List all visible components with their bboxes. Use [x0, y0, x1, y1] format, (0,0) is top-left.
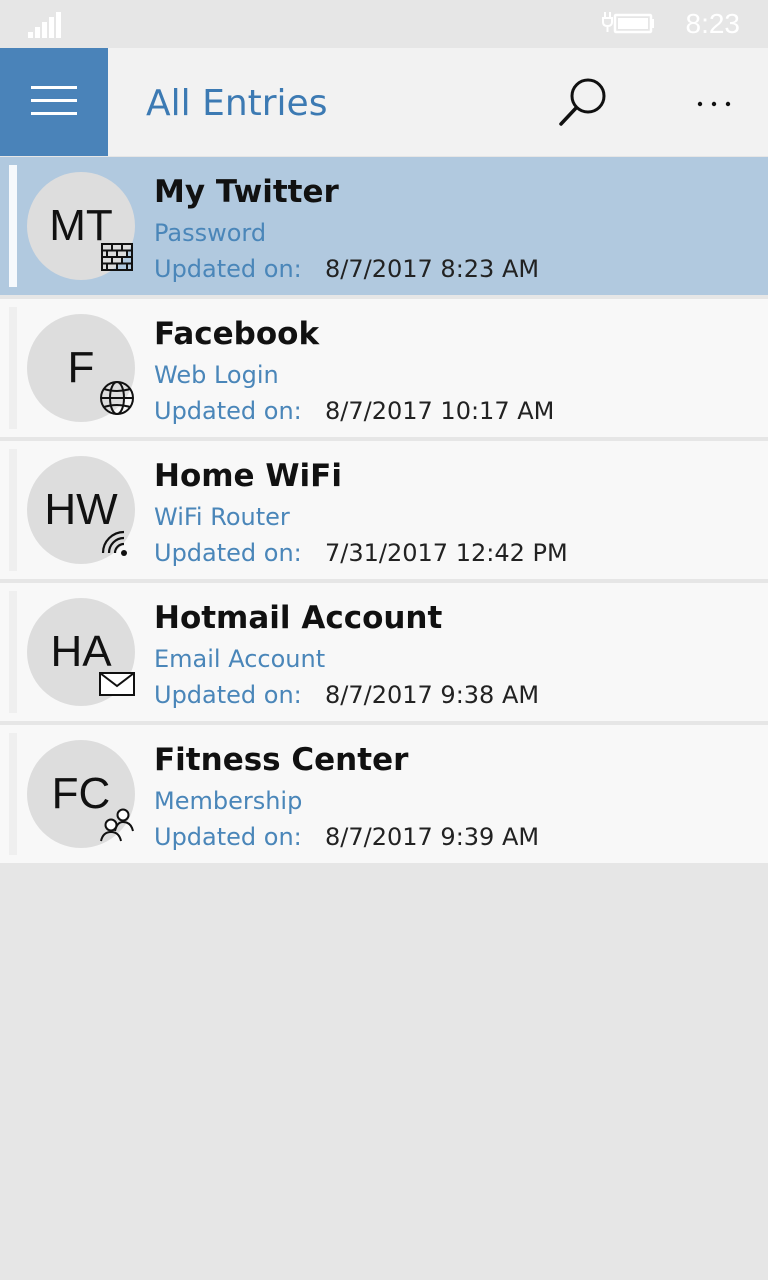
entry-item-facebook[interactable]: F Facebook Web Login Updated on: 8/7/201…: [0, 299, 768, 437]
status-time: 8:23: [685, 8, 741, 39]
app-bar: All Entries: [0, 48, 768, 156]
page-title: All Entries: [146, 83, 328, 124]
entry-item-hotmail-account[interactable]: HA Hotmail Account Email Account Updated…: [0, 583, 768, 721]
updated-timestamp: 8/7/2017 9:39 AM: [325, 823, 540, 851]
entry-type: Email Account: [154, 645, 326, 673]
battery-charging-icon: [602, 12, 654, 34]
entry-title: My Twitter: [154, 174, 339, 210]
entry-title: Home WiFi: [154, 458, 342, 494]
updated-label: Updated on:: [154, 397, 302, 425]
entry-type: Web Login: [154, 361, 279, 389]
envelope-icon: [99, 672, 135, 696]
entry-title: Hotmail Account: [154, 600, 443, 636]
entry-title: Fitness Center: [154, 742, 409, 778]
hamburger-menu-button[interactable]: [0, 48, 108, 156]
entry-type: Password: [154, 219, 267, 247]
people-icon: [100, 808, 134, 842]
globe-icon: [100, 381, 134, 415]
updated-label: Updated on:: [154, 681, 302, 709]
search-icon: [559, 78, 606, 126]
signal-strength-icon: [28, 12, 61, 38]
selection-indicator: [9, 733, 17, 855]
updated-label: Updated on:: [154, 255, 302, 283]
entry-list: MT My Twitter Password Updated on: 8/7/2…: [0, 157, 768, 867]
more-options-icon: [697, 101, 731, 107]
selection-indicator: [9, 591, 17, 713]
updated-timestamp: 7/31/2017 12:42 PM: [325, 539, 568, 567]
selection-indicator: [9, 165, 17, 287]
updated-label: Updated on:: [154, 823, 302, 851]
entry-item-my-twitter[interactable]: MT My Twitter Password Updated on: 8/7/2…: [0, 157, 768, 295]
updated-timestamp: 8/7/2017 8:23 AM: [325, 255, 540, 283]
entry-item-home-wifi[interactable]: HW Home WiFi WiFi Router Updated on: 7/3…: [0, 441, 768, 579]
more-options-button[interactable]: [688, 78, 740, 130]
hamburger-menu-icon: [31, 86, 77, 115]
updated-timestamp: 8/7/2017 9:38 AM: [325, 681, 540, 709]
brick-wall-icon: [101, 243, 133, 271]
entry-item-fitness-center[interactable]: FC Fitness Center Membership Updated on:…: [0, 725, 768, 863]
search-button[interactable]: [552, 74, 612, 134]
wifi-icon: [101, 530, 127, 556]
updated-label: Updated on:: [154, 539, 302, 567]
updated-timestamp: 8/7/2017 10:17 AM: [325, 397, 555, 425]
status-bar: 8:23: [0, 0, 768, 48]
entry-type: WiFi Router: [154, 503, 290, 531]
selection-indicator: [9, 307, 17, 429]
entry-type: Membership: [154, 787, 303, 815]
selection-indicator: [9, 449, 17, 571]
entry-title: Facebook: [154, 316, 320, 352]
